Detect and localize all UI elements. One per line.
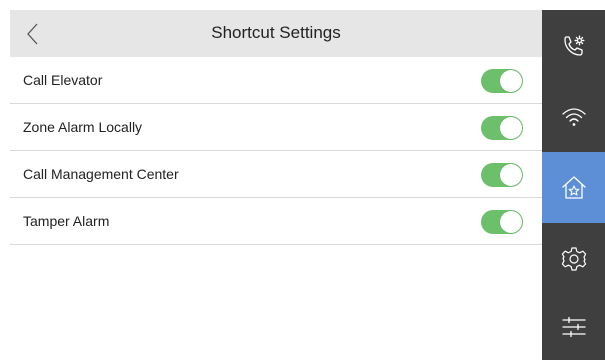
zone-alarm-locally-toggle[interactable] <box>481 116 523 140</box>
wifi-icon <box>561 107 586 126</box>
home-star-icon <box>561 175 586 199</box>
setting-row-tamper-alarm: Tamper Alarm <box>10 198 542 245</box>
setting-row-zone-alarm-locally: Zone Alarm Locally <box>10 104 542 151</box>
tamper-alarm-toggle[interactable] <box>481 210 523 234</box>
setting-label: Tamper Alarm <box>23 213 110 229</box>
setting-row-call-management-center: Call Management Center <box>10 151 542 198</box>
sidebar-item-general-settings[interactable] <box>542 223 605 294</box>
sidebar-item-call-settings[interactable] <box>542 10 605 81</box>
setting-label: Zone Alarm Locally <box>23 119 143 135</box>
call-management-center-toggle[interactable] <box>481 163 523 187</box>
phone-settings-icon <box>563 35 584 56</box>
settings-panel: Shortcut Settings Call Elevator Zone Ala… <box>10 10 542 360</box>
sidebar-item-network[interactable] <box>542 81 605 152</box>
setting-label: Call Management Center <box>23 166 179 182</box>
call-elevator-toggle[interactable] <box>481 69 523 93</box>
toggle-knob <box>500 70 522 92</box>
toggle-knob <box>500 117 522 139</box>
header-bar: Shortcut Settings <box>10 10 542 57</box>
toggle-knob <box>500 211 522 233</box>
sidebar-nav <box>542 10 605 360</box>
sidebar-item-advanced-settings[interactable] <box>542 294 605 360</box>
sidebar-item-shortcut-settings[interactable] <box>542 152 605 223</box>
setting-label: Call Elevator <box>23 72 103 88</box>
toggle-knob <box>500 164 522 186</box>
page-title: Shortcut Settings <box>211 23 341 42</box>
gear-icon <box>561 246 586 271</box>
setting-row-call-elevator: Call Elevator <box>10 57 542 104</box>
sliders-icon <box>561 316 586 338</box>
